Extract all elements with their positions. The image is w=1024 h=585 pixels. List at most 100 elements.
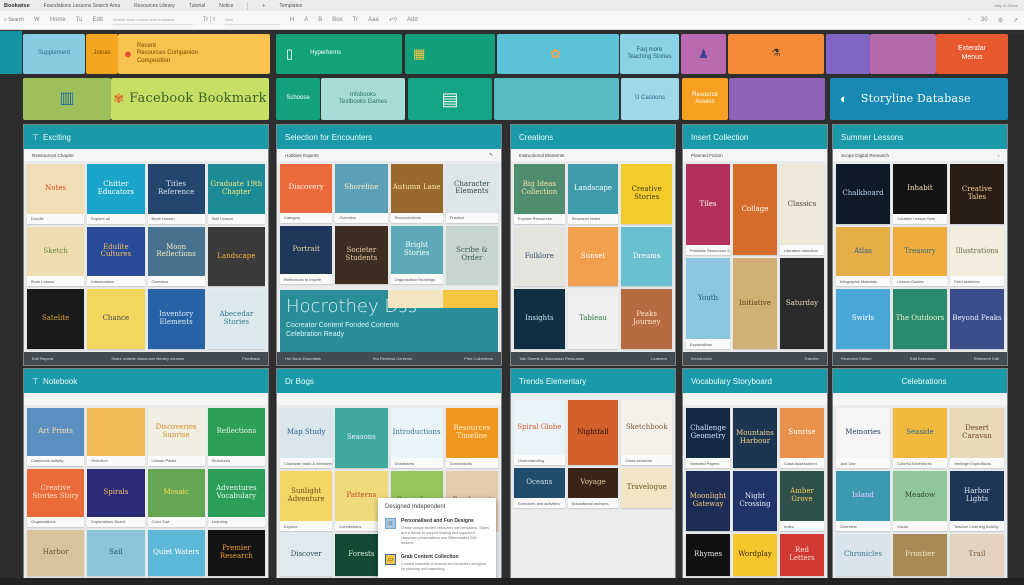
book-card[interactable]: Bright Stories Organization Readings — [390, 225, 443, 284]
footer-link[interactable]: Learners — [651, 356, 667, 361]
book-card[interactable]: Initiative — [733, 258, 777, 349]
footer-link[interactable]: Research Edit — [974, 356, 999, 361]
panel-header[interactable]: Summer Lessons — [833, 125, 1007, 149]
footer-link[interactable]: Transfer — [804, 356, 819, 361]
footer-action[interactable]: Hot Book Essentials — [285, 356, 321, 361]
tile-infobooks[interactable]: Infobooks Textbooks Games — [321, 78, 405, 120]
book-card[interactable]: Rhymes — [686, 534, 730, 576]
search-button[interactable]: ⌕ Search — [4, 17, 24, 23]
book-card[interactable]: Peaks Journey — [621, 289, 672, 349]
book-card[interactable]: Mosaic Color Sort — [147, 468, 205, 527]
tile-supplement[interactable]: Supplement — [23, 34, 85, 74]
book-card[interactable]: Desert Caravan Heritage Expeditions — [950, 408, 1004, 468]
panel-header[interactable]: ⊤ Notebook — [24, 369, 268, 393]
heading-tool-icon[interactable]: H — [290, 17, 294, 23]
book-card[interactable]: Sunset — [567, 226, 619, 287]
book-card[interactable]: Spirals Explorations Board — [87, 468, 145, 527]
book-card[interactable]: Atlas Infographic Materials — [836, 226, 890, 287]
panel-header[interactable]: Celebrations — [833, 369, 1007, 393]
book-card[interactable]: Amber Grove Index — [780, 471, 824, 531]
toolbar-item[interactable]: W — [34, 17, 40, 23]
tile-orange[interactable]: ⚗ — [728, 34, 824, 74]
box-tool-icon[interactable]: Box — [332, 17, 342, 23]
book-card[interactable]: Titles Reference Book Lesson — [147, 164, 205, 224]
book-card[interactable]: Seaside Colorful Adventures — [893, 408, 947, 468]
tile-hyperforms[interactable]: ▯ Hyperforms — [276, 34, 402, 74]
book-card[interactable]: Selection — [87, 408, 145, 466]
tile-teal[interactable] — [494, 78, 619, 120]
book-card[interactable]: Oceans Exercises and activities — [514, 468, 565, 508]
book-card[interactable]: Sunrise Class Assessment — [780, 408, 824, 468]
book-card[interactable]: Voyage Educational archives — [567, 468, 619, 508]
book-card[interactable]: Illustrations Field sketches — [950, 226, 1004, 287]
footer-link[interactable]: Print Collections — [464, 356, 493, 361]
panel-header[interactable]: Vocabulary Storyboard — [683, 369, 827, 393]
tile-media[interactable]: ▦ — [405, 34, 495, 74]
book-card[interactable]: Map Study Character traits & elements — [280, 408, 333, 468]
zoom-value[interactable]: 30 — [981, 17, 988, 24]
book-card[interactable]: Challenge Geometry Selected Papers — [686, 408, 730, 468]
book-card[interactable]: Sketch Book Lesson — [27, 226, 85, 287]
tile-extendar[interactable]: Extendar Menus — [936, 34, 1008, 74]
book-card[interactable]: Memories Just Use — [836, 408, 890, 468]
book-card[interactable]: The Outdoors — [893, 289, 947, 349]
book-card[interactable]: Saturday — [780, 258, 824, 349]
panel-header[interactable]: ⊤ Exciting — [24, 125, 268, 149]
book-card[interactable]: Shoreline Overview — [335, 164, 388, 223]
book-card[interactable]: Travelogue — [621, 468, 672, 508]
text-tool-icon[interactable]: Tr — [353, 17, 358, 23]
book-card[interactable]: Scribe & Order — [445, 225, 498, 284]
book-card[interactable]: Adventures Vocabulary Learning — [207, 468, 265, 527]
tile-facebook-bookmark[interactable]: ✾ Facebook Bookmark — [111, 78, 269, 120]
book-card[interactable]: Sketchbook Class sessions — [621, 400, 672, 465]
book-card[interactable]: Collage — [733, 164, 777, 255]
panel-header[interactable]: Selection for Encounters — [277, 125, 501, 149]
chevron-right-icon[interactable]: › — [997, 153, 999, 158]
tile-violet2[interactable] — [729, 78, 825, 120]
book-card[interactable]: Discoveries Sunrise Lesson Packs — [147, 408, 205, 466]
tile-resource[interactable]: Resource Assess — [682, 78, 728, 120]
settings-icon[interactable]: ⚙ — [998, 17, 1003, 24]
book-card[interactable]: Resources Timeline Connections — [445, 408, 498, 468]
menu-item[interactable]: Notice — [219, 3, 233, 9]
footer-link[interactable]: Feedback — [242, 356, 260, 361]
book-card[interactable]: Trail — [950, 534, 1004, 576]
book-card[interactable]: Spiral Globe Understanding — [514, 400, 565, 465]
book-card[interactable]: Chalkboard — [836, 164, 890, 224]
book-card[interactable]: Character Elements Practice — [445, 164, 498, 223]
book-card[interactable]: TilesPrintable Resources Series — [686, 164, 730, 255]
tile-schoose[interactable]: Schoose — [276, 78, 320, 120]
footer-action[interactable]: Research Edition — [841, 356, 871, 361]
hero-banner[interactable]: Hocrothey Dss Cocreator Content Fonded C… — [280, 290, 498, 352]
book-card[interactable]: Abecedar Stories — [207, 289, 265, 349]
tile-joinas[interactable]: Joinas — [86, 34, 118, 74]
book-card[interactable]: Graduate 19th Chapter Skill Lesson — [207, 164, 265, 224]
panel-header[interactable]: Creations — [511, 125, 675, 149]
tile-recent[interactable]: ● Recent Resources Companion Composition — [118, 34, 270, 74]
book-card[interactable]: Autumn Lane Reconnections — [390, 164, 443, 223]
filter-select[interactable]: Start — [224, 15, 280, 25]
toolbar-item[interactable]: Home — [50, 17, 66, 23]
book-card[interactable]: Chitter Educators Explore all — [87, 164, 145, 224]
book-card[interactable]: Moon Reflections Overview — [147, 226, 205, 287]
book-card[interactable]: Frontier — [893, 534, 947, 576]
book-card[interactable]: Beyond Peaks — [950, 289, 1004, 349]
panel-header[interactable]: Trends Elementary — [511, 369, 675, 393]
book-card[interactable]: Edulite Cultures Introductions — [87, 226, 145, 287]
book-card[interactable]: Creative Stories Story Organizations — [27, 468, 85, 527]
panel-header[interactable]: Insert Collection — [683, 125, 827, 149]
book-card[interactable]: Landscape Research Notes — [567, 164, 619, 224]
book-card[interactable]: Folklore — [514, 226, 565, 287]
book-card[interactable]: Inhabit Creative Lesson Sets — [893, 164, 947, 224]
book-card[interactable]: Seasons — [335, 408, 388, 468]
tile-purple[interactable] — [870, 34, 936, 74]
panel-header[interactable]: Dr Bogs — [277, 369, 501, 393]
footer-action[interactable]: Edit Repeat — [32, 356, 53, 361]
book-card[interactable]: Discover — [280, 534, 333, 576]
tile-bird[interactable]: ✿ — [497, 34, 619, 74]
add-tool-icon[interactable]: Add — [407, 17, 418, 23]
book-card[interactable]: Insights — [514, 289, 565, 349]
book-card[interactable]: Chronicles — [836, 534, 890, 576]
menu-item[interactable]: Resources Library — [134, 3, 175, 9]
book-card[interactable]: Tableau — [567, 289, 619, 349]
